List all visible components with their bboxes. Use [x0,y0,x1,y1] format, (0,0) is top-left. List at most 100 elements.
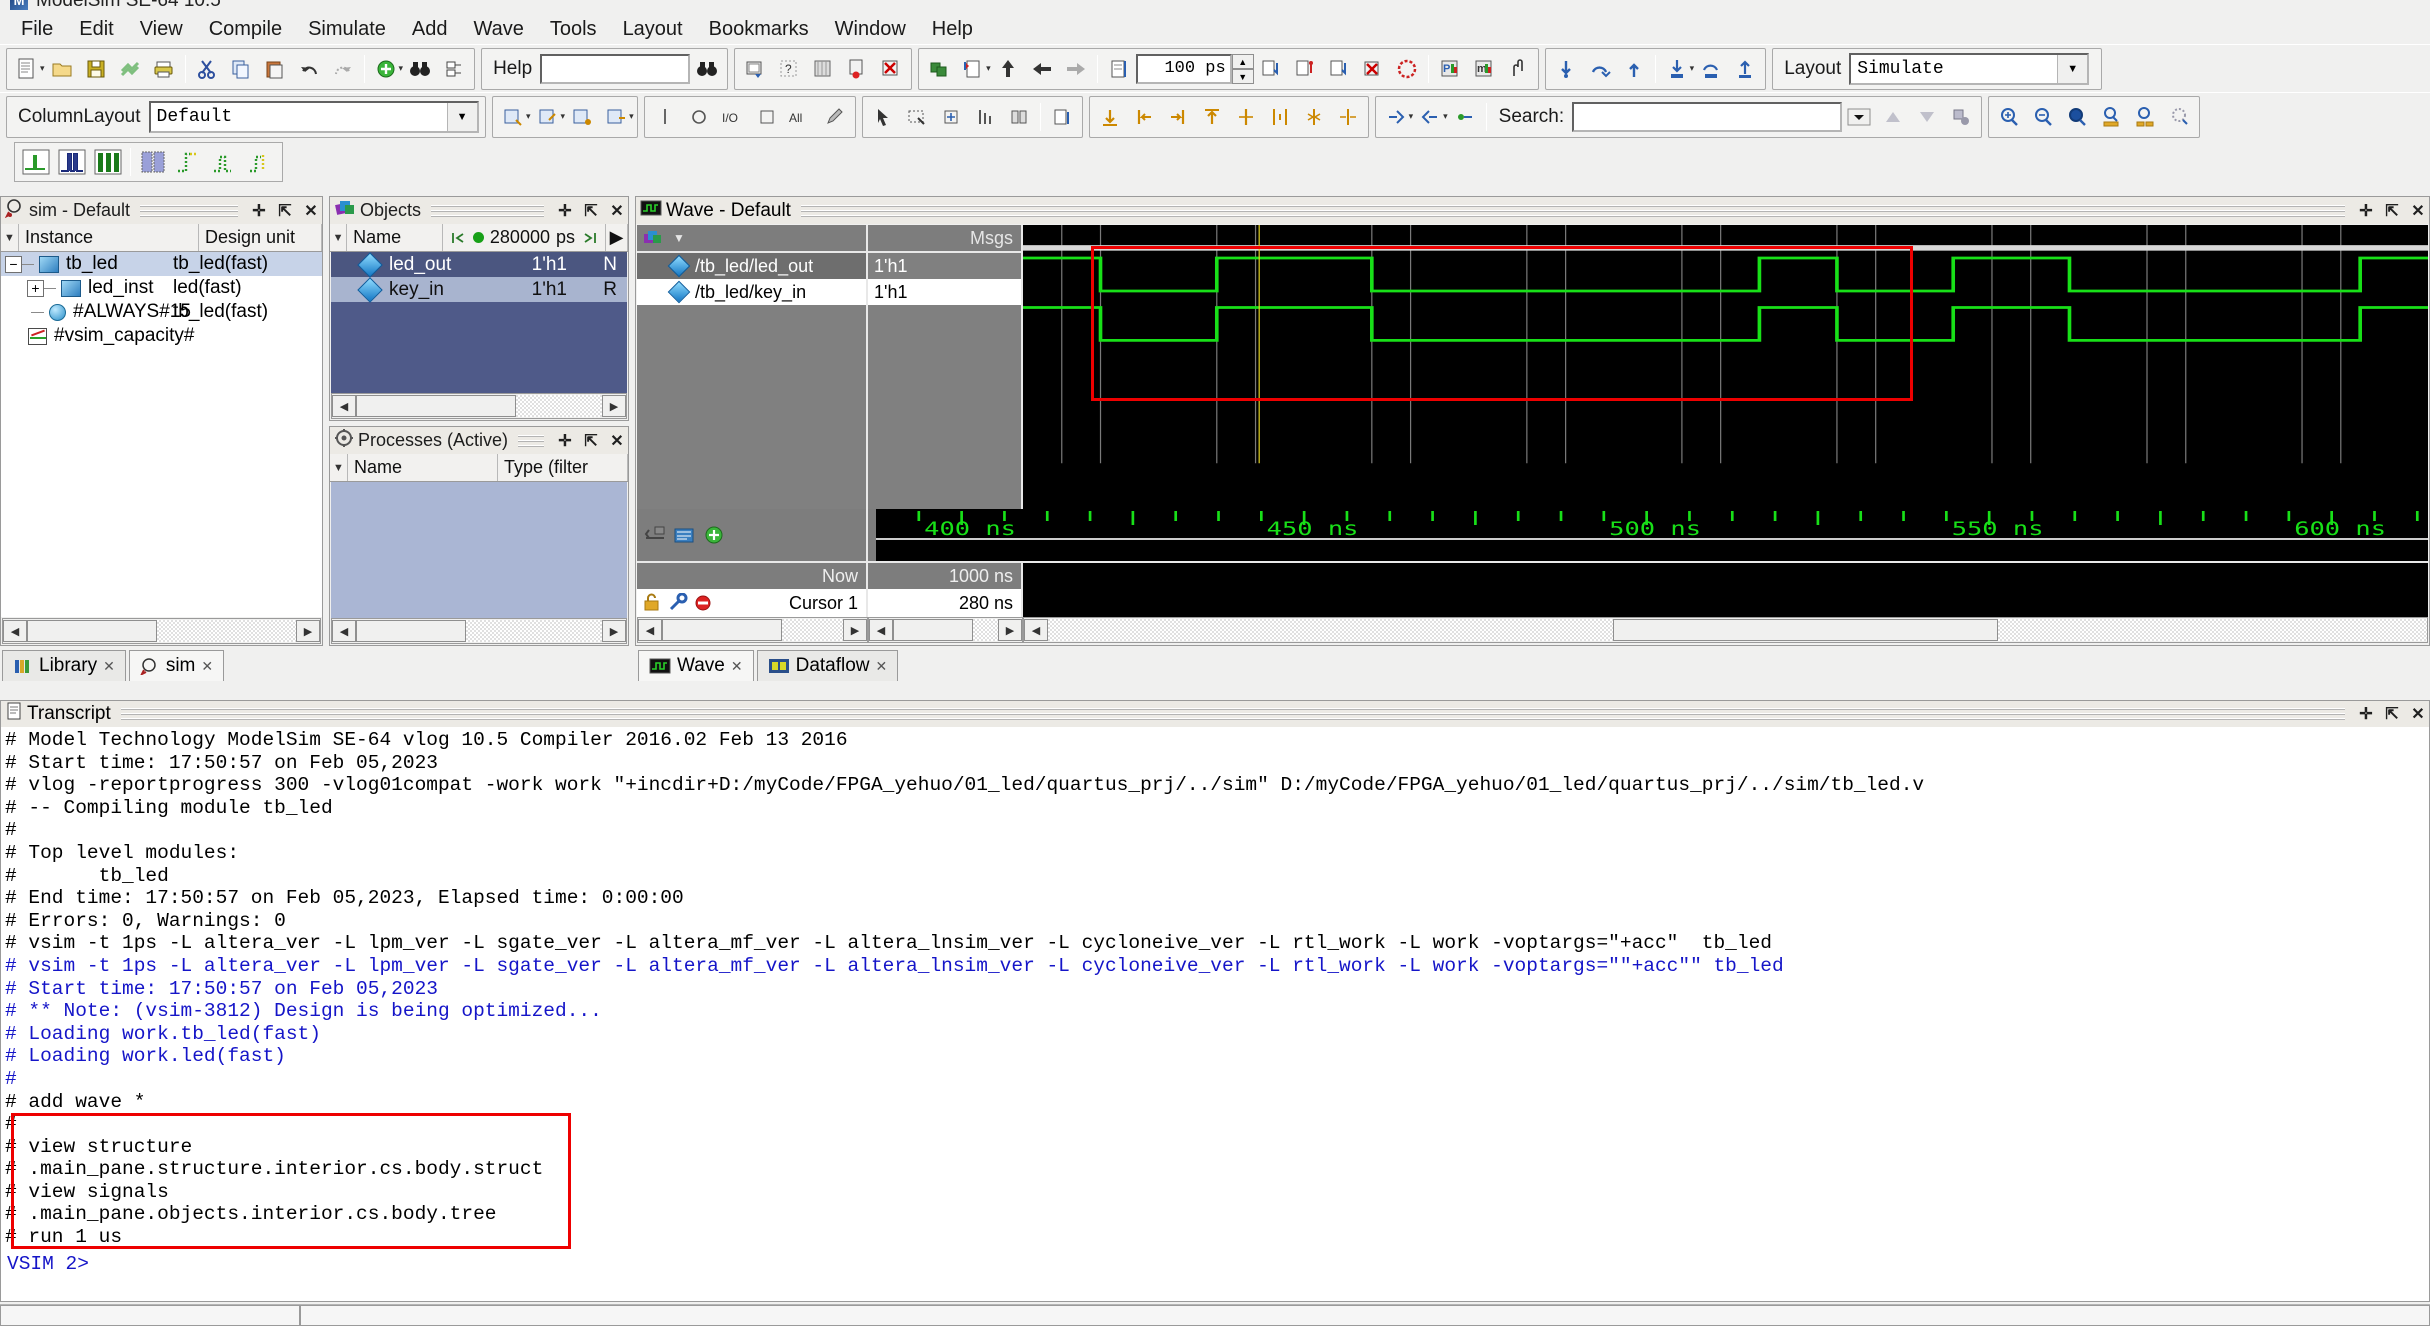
panel-close-icon[interactable]: ✕ [606,200,628,222]
panel-maximize-plus-icon[interactable]: ✛ [554,430,576,452]
break-stop-icon[interactable] [1356,51,1390,87]
search-options-icon[interactable] [1944,99,1978,135]
scroll-track[interactable] [1048,619,2427,641]
copy-icon[interactable] [224,51,258,87]
objects-list[interactable]: led_out 1'h1 N key_in 1'h1 R [331,252,627,394]
scroll-right-icon[interactable]: ▶ [296,620,320,642]
open-folder-icon[interactable] [45,51,79,87]
wave-full-icon[interactable] [90,145,126,179]
close-icon[interactable]: ✕ [876,658,888,675]
menu-add[interactable]: Add [399,15,461,44]
scroll-track[interactable] [356,395,602,417]
scroll-left-icon[interactable]: ◀ [332,620,356,642]
panel-grip[interactable] [121,708,2345,720]
scroll-right-icon[interactable]: ▶ [602,395,626,417]
filter-icon[interactable]: ▼ [1,224,19,251]
compile-icon[interactable] [113,51,147,87]
expand-signal-icon[interactable] [934,99,968,135]
panel-grip[interactable] [801,205,2345,217]
redo-icon[interactable] [326,51,360,87]
undo-icon[interactable] [292,51,326,87]
panel-undock-icon[interactable]: ⇱ [580,200,602,222]
panel-close-icon[interactable]: ✕ [300,200,322,222]
panel-undock-icon[interactable]: ⇱ [2381,703,2403,725]
collapse-net-icon[interactable] [1413,99,1447,135]
wave-names-hscrollbar[interactable]: ◀ ▶ [637,617,868,643]
wave-signal-row[interactable]: /tb_led/key_in [637,279,866,305]
filter-icon[interactable]: ▼ [330,454,348,481]
inout-signal-icon[interactable]: I/O [716,99,750,135]
wave-edge1-icon[interactable] [171,145,207,179]
pen-icon[interactable] [818,99,852,135]
zoom-in-icon[interactable] [1992,99,2026,135]
tab-wave[interactable]: Wave ✕ [638,650,754,681]
cut-icon[interactable] [190,51,224,87]
wave-edge2-icon[interactable] [207,145,243,179]
objects-column-more-icon[interactable]: ▶ [606,224,628,251]
coverage-icon[interactable] [806,51,840,87]
new-file-icon[interactable] [10,51,44,87]
menu-view[interactable]: View [127,15,196,44]
tab-dataflow[interactable]: Dataflow ✕ [757,650,899,681]
processes-list[interactable] [331,482,627,619]
step-over-wave-icon[interactable] [1694,51,1728,87]
simulate-icon[interactable] [738,51,772,87]
help-input[interactable] [540,54,690,84]
processes-column-type[interactable]: Type (filter [498,454,628,481]
profile-icon[interactable]: P [1433,51,1467,87]
scroll-track[interactable] [662,619,843,641]
save-icon[interactable] [79,51,113,87]
properties-icon[interactable] [437,51,471,87]
optimize-icon[interactable]: ? [772,51,806,87]
output-signal-icon[interactable] [682,99,716,135]
search-dropdown-icon[interactable] [1842,99,1876,135]
panel-close-icon[interactable]: ✕ [2407,703,2429,725]
scroll-right-icon[interactable]: ▶ [843,619,867,641]
zoom-cursor-icon[interactable] [2094,99,2128,135]
wave-single-icon[interactable] [18,145,54,179]
right-arrow-icon[interactable] [1059,51,1093,87]
menu-help[interactable]: Help [919,15,986,44]
scroll-track[interactable] [27,620,296,642]
memory-icon[interactable]: m [1467,51,1501,87]
list-item[interactable]: key_in 1'h1 R [331,277,627,302]
cursor-distribute-icon[interactable] [1263,99,1297,135]
tree-row[interactable]: #vsim_capacity# [1,324,322,348]
cursor-icon[interactable] [1045,99,1079,135]
wave-signal-row[interactable]: /tb_led/led_out [637,253,866,279]
menu-wave[interactable]: Wave [460,15,536,44]
panel-maximize-plus-icon[interactable]: ✛ [2355,200,2377,222]
zoom-rect-icon[interactable] [900,99,934,135]
objects-hscrollbar[interactable]: ◀ ▶ [331,393,627,419]
zoom-out-icon[interactable] [2026,99,2060,135]
chevron-down-icon[interactable]: ▼ [673,231,685,245]
processes-hscrollbar[interactable]: ◀ ▶ [331,618,627,644]
transcript-output[interactable]: # Model Technology ModelSim SE-64 vlog 1… [1,727,2429,1281]
panel-maximize-plus-icon[interactable]: ✛ [554,200,576,222]
cursor-first-icon[interactable] [1093,99,1127,135]
all-signals-icon[interactable]: All [784,99,818,135]
run-length-stepper[interactable]: ▲ ▼ [1232,54,1254,84]
objects-column-name[interactable]: Name [347,224,443,251]
ungroup-signal-icon[interactable] [599,99,633,135]
layout-select[interactable]: Simulate ▼ [1849,53,2089,85]
sim-column-instance[interactable]: Instance [19,224,199,251]
panel-maximize-plus-icon[interactable]: ✛ [2355,703,2377,725]
cursor-fold-icon[interactable] [1297,99,1331,135]
expander-plus-icon[interactable]: + [27,280,44,297]
step-into-icon[interactable] [1549,51,1583,87]
wave-canvas-hscrollbar[interactable]: ◀ [1023,617,2428,643]
menu-simulate[interactable]: Simulate [295,15,399,44]
scroll-left-icon[interactable]: ◀ [638,619,662,641]
internal-signal-icon[interactable] [750,99,784,135]
menu-bookmarks[interactable]: Bookmarks [696,15,822,44]
panel-close-icon[interactable]: ✕ [606,430,628,452]
waveform-canvas[interactable] [1023,225,2428,509]
cursor-unfold-icon[interactable] [1331,99,1365,135]
close-icon[interactable]: ✕ [103,658,115,675]
run-length-input[interactable] [1136,54,1232,84]
paste-icon[interactable] [258,51,292,87]
wave-edge3-icon[interactable] [243,145,279,179]
find-binoculars-icon[interactable] [403,51,437,87]
help-search-icon[interactable] [690,51,724,87]
